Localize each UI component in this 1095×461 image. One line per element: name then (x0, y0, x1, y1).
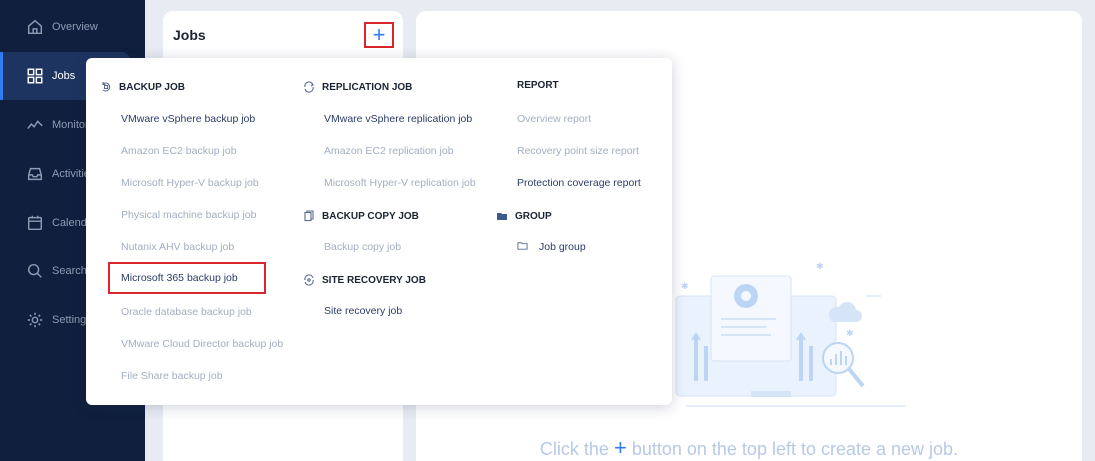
backup-job-header-label: BACKUP JOB (119, 81, 185, 93)
plus-icon: + (613, 435, 627, 460)
replication-job-icon (302, 80, 316, 94)
sidebar-item-label: Overview (52, 21, 98, 33)
menu-item-nutanix-ahv-backup[interactable]: Nutanix AHV backup job (121, 241, 234, 253)
folder-icon (495, 209, 509, 223)
group-header: GROUP (495, 209, 552, 223)
report-header: REPORT (517, 80, 559, 91)
home-icon (25, 17, 45, 37)
backup-copy-job-header-label: BACKUP COPY JOB (322, 210, 419, 222)
svg-text:✱: ✱ (846, 329, 854, 339)
backup-copy-job-header: BACKUP COPY JOB (302, 209, 419, 223)
menu-item-vmware-vsphere-replication[interactable]: VMware vSphere replication job (324, 113, 472, 125)
jobs-title: Jobs (173, 27, 206, 43)
site-recovery-job-header-label: SITE RECOVERY JOB (322, 274, 426, 286)
menu-item-vmware-cloud-director-backup[interactable]: VMware Cloud Director backup job (121, 338, 283, 350)
empty-state-illustration: ✱ ✱ ✱ (675, 262, 906, 407)
menu-item-amazon-ec2-replication[interactable]: Amazon EC2 replication job (324, 145, 454, 157)
sidebar-item-label: Search (52, 265, 87, 277)
menu-item-hyper-v-replication[interactable]: Microsoft Hyper-V replication job (324, 177, 476, 189)
sidebar-item-label: Monitor (52, 119, 89, 131)
pulse-icon (25, 115, 45, 135)
svg-text:✱: ✱ (816, 262, 824, 272)
menu-item-file-share-backup[interactable]: File Share backup job (121, 370, 223, 382)
calendar-icon (25, 213, 45, 233)
site-recovery-icon (302, 273, 316, 287)
create-job-menu: BACKUP JOB VMware vSphere backup job Ama… (86, 58, 672, 405)
menu-item-microsoft-365-backup[interactable]: Microsoft 365 backup job (108, 262, 266, 294)
grid-icon (25, 66, 45, 86)
group-header-label: GROUP (515, 210, 552, 222)
report-header-label: REPORT (517, 80, 559, 91)
replication-job-header: REPLICATION JOB (302, 80, 412, 94)
search-icon (25, 261, 45, 281)
sidebar-item-label: Jobs (52, 70, 76, 82)
folder-outline-icon (517, 240, 528, 254)
menu-item-overview-report[interactable]: Overview report (517, 113, 591, 125)
backup-job-header: BACKUP JOB (99, 80, 185, 94)
add-job-button[interactable]: + (364, 22, 394, 48)
replication-job-header-label: REPLICATION JOB (322, 81, 413, 93)
backup-job-icon (99, 80, 113, 94)
gear-icon (25, 310, 45, 330)
menu-item-hyper-v-backup[interactable]: Microsoft Hyper-V backup job (121, 177, 259, 189)
menu-item-protection-coverage-report[interactable]: Protection coverage report (517, 177, 641, 189)
svg-text:✱: ✱ (681, 282, 689, 292)
hint-text-before: Click the (539, 439, 609, 459)
menu-item-amazon-ec2-backup[interactable]: Amazon EC2 backup job (121, 145, 237, 157)
menu-item-job-group[interactable]: Job group (517, 241, 586, 253)
sidebar-item-overview[interactable]: Overview (0, 3, 130, 51)
menu-item-site-recovery[interactable]: Site recovery job (324, 305, 402, 317)
menu-item-vmware-vsphere-backup[interactable]: VMware vSphere backup job (121, 113, 255, 125)
inbox-icon (25, 164, 45, 184)
menu-item-oracle-database-backup[interactable]: Oracle database backup job (121, 306, 252, 318)
site-recovery-job-header: SITE RECOVERY JOB (302, 273, 426, 287)
menu-item-physical-machine-backup[interactable]: Physical machine backup job (121, 209, 256, 221)
empty-state-hint: Click the + button on the top left to cr… (416, 435, 1082, 461)
menu-item-backup-copy[interactable]: Backup copy job (324, 241, 401, 253)
menu-item-recovery-point-size-report[interactable]: Recovery point size report (517, 145, 639, 157)
hint-text-after: button on the top left to create a new j… (631, 439, 959, 459)
backup-copy-icon (302, 209, 316, 223)
